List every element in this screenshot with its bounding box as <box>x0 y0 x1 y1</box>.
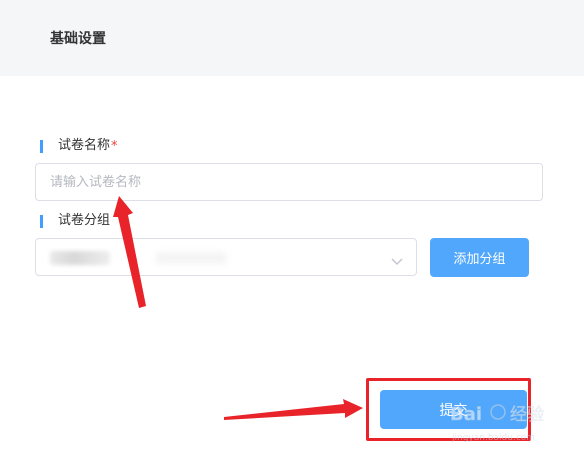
baidu-jingyan-watermark: Bai 经验 jingyan.baidu.com <box>450 404 545 443</box>
paper-name-label: 试卷名称 * <box>40 138 118 154</box>
paper-name-input[interactable] <box>35 163 543 201</box>
blurred-selected-value-extra <box>156 252 226 264</box>
blurred-selected-value <box>50 251 110 265</box>
label-accent-bar <box>40 214 43 228</box>
header-bar: 基础设置 <box>0 0 584 76</box>
svg-text:Bai: Bai <box>450 404 482 425</box>
page-title: 基础设置 <box>50 31 106 47</box>
label-accent-bar <box>40 139 43 153</box>
svg-text:jingyan.baidu.com: jingyan.baidu.com <box>451 433 535 443</box>
chevron-down-icon[interactable] <box>390 252 404 265</box>
paper-group-label: 试卷分组 <box>40 213 110 229</box>
paper-group-label-text: 试卷分组 <box>58 213 111 228</box>
paper-name-label-text: 试卷名称 <box>58 138 111 153</box>
add-group-button[interactable]: 添加分组 <box>430 238 529 277</box>
required-mark: * <box>111 138 118 154</box>
page: 基础设置 试卷名称 * 试卷分组 添加分组 提交 Bai 经验 jingyan.… <box>0 0 584 453</box>
arrow-right-annotation <box>224 399 363 420</box>
svg-text:经验: 经验 <box>510 405 544 425</box>
paper-group-select[interactable] <box>35 238 417 276</box>
